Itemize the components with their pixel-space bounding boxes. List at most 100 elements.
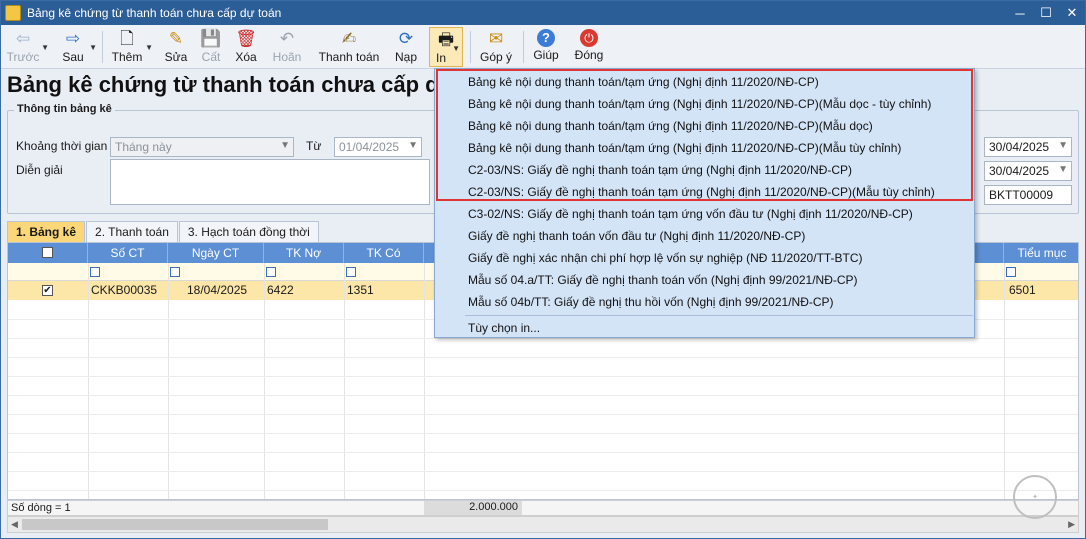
toolbar-separator [470,31,471,63]
reload-button[interactable]: ⟳ Nạp [389,27,423,67]
chevron-down-icon[interactable]: ▼ [89,43,97,52]
checkbox[interactable] [42,247,53,258]
close-form-button[interactable]: ⏻ Đóng [571,27,607,67]
chevron-down-icon[interactable]: ▼ [452,44,460,53]
chevron-down-icon[interactable]: ▼ [145,43,153,52]
from-label: Từ [306,139,322,153]
menu-item[interactable]: Giấy đề nghị thanh toán vốn đầu tư (Nghị… [468,225,805,247]
grid-line [1004,263,1005,499]
grid-line [264,263,265,499]
help-button[interactable]: ? Giúp [531,27,561,67]
filter-icon[interactable] [266,267,276,277]
header-select-all[interactable] [8,243,88,263]
row-count: Số dòng = 1 [11,502,71,514]
chevron-down-icon: ▼ [408,140,418,151]
help-icon: ? [537,29,555,47]
header-tieu-muc[interactable]: Tiểu mục [1004,243,1078,263]
power-icon: ⏻ [580,29,598,47]
grid-line [424,263,425,499]
arrow-left-icon: ⇦ [15,29,31,48]
row-checkbox[interactable]: ✔ [42,285,53,296]
watermark-seal: ✦ [1013,475,1057,519]
total-amount: 2.000.000 [424,501,522,515]
grid-line [8,338,1078,339]
main-window: Bảng kê chứng từ thanh toán chưa cấp dự … [0,0,1086,539]
chevron-down-icon: ▼ [280,140,290,151]
scroll-right-icon[interactable]: ▶ [1068,519,1075,530]
floppy-disk-icon: 💾 [200,29,222,48]
undo-icon: ↶ [279,29,295,48]
menu-item-print-options[interactable]: Tùy chọn in... [468,317,540,339]
header-so-ct[interactable]: Số CT [88,243,168,263]
grid-line [8,376,1078,377]
title-bar: Bảng kê chứng từ thanh toán chưa cấp dự … [1,1,1085,25]
maximize-button[interactable]: ☐ [1033,2,1059,24]
cell-so-ct: CKKB00035 [91,283,158,297]
menu-item[interactable]: Giấy đề nghị xác nhận chi phí hợp lệ vốn… [468,247,863,269]
toolbar: ⇦ Trước ▼ ⇨ Sau ▼ 🗋 Thêm ▼ ✎ Sửa 💾 Cất 🗑… [1,25,1085,69]
from-date-field[interactable]: 01/04/2025 ▼ [334,137,422,157]
grid-footer: Số dòng = 1 2.000.000 [7,500,1079,516]
grid-line [168,263,169,499]
delete-button[interactable]: 🗑 Xóa [231,27,261,67]
description-textarea[interactable] [110,159,430,205]
save-button[interactable]: 💾 Cất [197,27,225,67]
close-button[interactable]: ✕ [1059,2,1085,24]
edit-button[interactable]: ✎ Sửa [162,27,190,67]
menu-item[interactable]: Mẫu số 04.a/TT: Giấy đề nghị thanh toán … [468,269,858,291]
refresh-icon: ⟳ [398,29,414,48]
voucher-number-field[interactable]: BKTT00009 [984,185,1072,205]
signature-icon: ✍ [341,29,357,48]
feedback-button[interactable]: ✉ Góp ý [477,27,515,67]
next-button[interactable]: ⇨ Sau ▼ [57,27,97,67]
scroll-left-icon[interactable]: ◀ [11,519,18,530]
add-button[interactable]: 🗋 Thêm ▼ [109,27,153,67]
to-date-field[interactable]: 30/04/2025 ▼ [984,137,1072,157]
chevron-down-icon[interactable]: ▼ [41,43,49,52]
envelope-icon: ✉ [488,29,504,48]
filter-icon[interactable] [346,267,356,277]
header-tk-no[interactable]: TK Nợ [264,243,344,263]
header-ngay-ct[interactable]: Ngày CT [168,243,264,263]
undo-button[interactable]: ↶ Hoãn [269,27,305,67]
print-button[interactable]: 🖶 In ▼ [429,27,463,67]
menu-separator [465,315,973,316]
menu-item[interactable]: Mẫu số 04b/TT: Giấy đề nghị thu hồi vốn … [468,291,834,313]
filter-icon[interactable] [90,267,100,277]
prev-button[interactable]: ⇦ Trước ▼ [5,27,49,67]
grid-line [344,263,345,499]
tab-thanh-toan[interactable]: 2. Thanh toán [86,221,178,242]
horizontal-scrollbar[interactable]: ◀ ▶ [7,516,1079,533]
cell-ngay-ct: 18/04/2025 [187,283,248,297]
grid-line [8,471,1078,472]
tab-bang-ke[interactable]: 1. Bảng kê [7,221,86,242]
period-label: Khoảng thời gian [16,139,108,153]
cell-tk-no: 6422 [267,283,294,297]
scrollbar-thumb[interactable] [22,519,328,530]
grid-line [8,414,1078,415]
period-select[interactable]: Tháng này ▼ [110,137,294,157]
cell-tieu-muc: 6501 [1009,283,1036,297]
grid-line [8,433,1078,434]
toolbar-separator [523,31,524,63]
new-document-icon: 🗋 [120,29,134,48]
filter-icon[interactable] [1006,267,1016,277]
grid-line [8,490,1078,491]
grid-line [88,263,89,499]
header-tk-co[interactable]: TK Có [344,243,424,263]
cell-tk-co: 1351 [347,283,374,297]
page-title: Bảng kê chứng từ thanh toán chưa cấp d [7,72,439,97]
grid-line [8,395,1078,396]
voucher-date-field[interactable]: 30/04/2025 ▼ [984,161,1072,181]
minimize-button[interactable]: ─ [1007,2,1033,24]
chevron-down-icon: ▼ [1058,164,1068,175]
payment-button[interactable]: ✍ Thanh toán [315,27,383,67]
grid-line [8,452,1078,453]
menu-item[interactable]: C3-02/NS: Giấy đề nghị thanh toán tạm ứn… [468,203,913,225]
info-group-legend: Thông tin bảng kê [14,103,115,115]
filter-icon[interactable] [170,267,180,277]
pencil-icon: ✎ [168,29,184,48]
highlight-box [436,69,973,201]
description-label: Diễn giải [16,163,63,177]
tab-hach-toan[interactable]: 3. Hạch toán đồng thời [178,221,319,242]
